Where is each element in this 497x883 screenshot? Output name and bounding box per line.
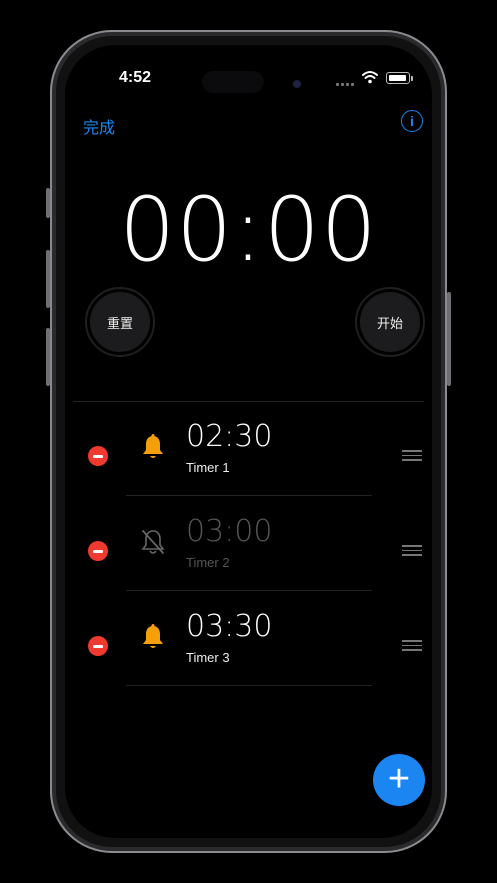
phone-bezel: 4:52 完成 i 00:00 重置 开始 02:30 Timer 1 03:0…	[56, 36, 441, 847]
action-button	[46, 188, 50, 218]
screen: 4:52 完成 i 00:00 重置 开始 02:30 Timer 1 03:0…	[65, 45, 432, 838]
bell-slash-icon[interactable]	[140, 528, 166, 556]
info-icon[interactable]: i	[401, 110, 423, 132]
delete-icon[interactable]	[88, 541, 108, 561]
delete-icon[interactable]	[88, 446, 108, 466]
add-timer-button[interactable]: +	[373, 754, 425, 806]
bell-icon[interactable]	[140, 623, 166, 651]
delete-icon[interactable]	[88, 636, 108, 656]
reset-button[interactable]: 重置	[85, 287, 155, 357]
start-button[interactable]: 开始	[355, 287, 425, 357]
reorder-handle-icon[interactable]	[402, 640, 422, 652]
timer-name: Timer 3	[186, 650, 230, 665]
start-button-label: 开始	[360, 292, 420, 352]
done-button[interactable]: 完成	[83, 114, 115, 138]
volume-up-button	[46, 250, 50, 308]
status-bar: 4:52	[65, 45, 432, 93]
reset-button-label: 重置	[90, 292, 150, 352]
timer-display: 00:00	[119, 178, 378, 281]
timer-name: Timer 2	[186, 555, 230, 570]
signal-icon	[336, 80, 358, 86]
timer-row[interactable]: 03:00 Timer 2	[65, 496, 432, 591]
phone-frame: 4:52 完成 i 00:00 重置 开始 02:30 Timer 1 03:0…	[46, 30, 451, 853]
timer-duration: 02:30	[186, 419, 273, 454]
battery-icon	[386, 72, 413, 84]
bell-icon[interactable]	[140, 433, 166, 461]
timer-duration: 03:30	[186, 609, 273, 644]
timer-duration: 03:00	[186, 514, 273, 549]
timer-row[interactable]: 03:30 Timer 3	[65, 591, 432, 686]
reorder-handle-icon[interactable]	[402, 545, 422, 557]
power-button	[447, 292, 451, 386]
dynamic-island	[202, 71, 264, 93]
row-separator	[126, 685, 372, 686]
reorder-handle-icon[interactable]	[402, 450, 422, 462]
camera-dot	[293, 80, 301, 88]
timer-row[interactable]: 02:30 Timer 1	[65, 401, 432, 496]
status-time: 4:52	[119, 69, 152, 86]
wifi-icon	[362, 71, 378, 84]
volume-down-button	[46, 328, 50, 386]
timer-name: Timer 1	[186, 460, 230, 475]
